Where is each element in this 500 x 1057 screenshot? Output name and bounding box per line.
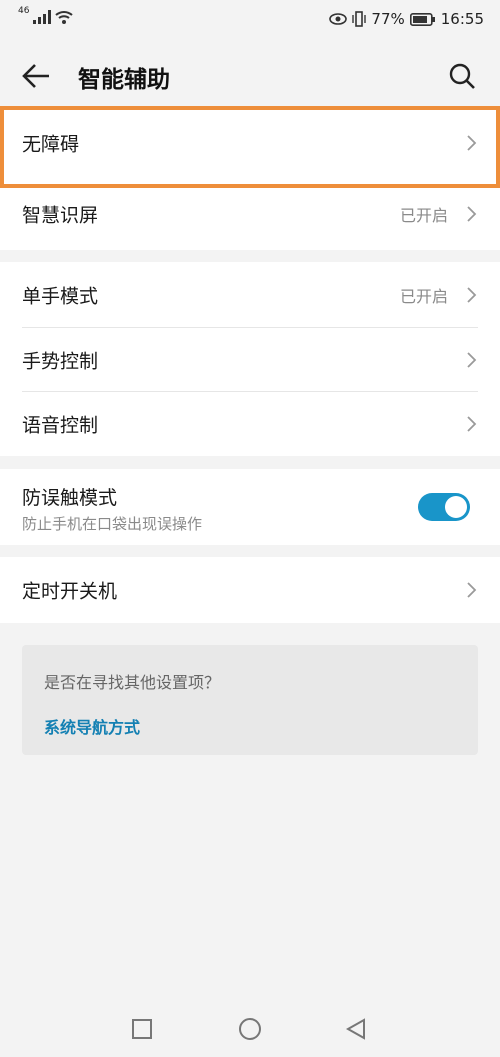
network-type: 46 — [18, 6, 30, 16]
row-label: 防误触模式 — [22, 487, 118, 509]
chevron-right-icon — [467, 582, 477, 598]
signal-icon — [33, 10, 52, 24]
pocket-mode-row[interactable]: 防误触模式 防止手机在口袋出现误操作 — [0, 469, 500, 545]
wifi-icon — [55, 11, 74, 24]
suggestion-question: 是否在寻找其他设置项？ — [44, 673, 221, 692]
status-time: 16:55 — [440, 10, 484, 28]
row-label: 无障碍 — [22, 133, 80, 156]
settings-group-2: 单手模式 已开启 手势控制 语音控制 — [0, 262, 500, 456]
scheduled-power-row[interactable]: 定时开关机 — [0, 557, 500, 623]
suggestion-card: 是否在寻找其他设置项？ 系统导航方式 — [22, 645, 478, 755]
search-icon — [449, 63, 475, 89]
accessibility-row[interactable]: 无障碍 — [0, 108, 500, 178]
toggle-knob — [445, 496, 467, 518]
row-status: 已开启 — [399, 206, 448, 225]
smart-screen-row[interactable]: 智慧识屏 已开启 — [0, 178, 500, 250]
row-status: 已开启 — [399, 287, 448, 306]
chevron-right-icon — [467, 416, 477, 432]
row-label: 语音控制 — [22, 414, 99, 437]
gesture-control-row[interactable]: 手势控制 — [0, 328, 500, 392]
circle-icon — [239, 1018, 261, 1040]
suggestion-link[interactable]: 系统导航方式 — [44, 714, 140, 738]
chevron-right-icon — [467, 206, 477, 222]
pocket-mode-toggle[interactable] — [418, 493, 470, 521]
page-title: 智能辅助 — [78, 67, 170, 93]
settings-group-3: 防误触模式 防止手机在口袋出现误操作 — [0, 469, 500, 545]
battery-percent: 77% — [371, 10, 405, 28]
vibrate-icon — [352, 11, 367, 27]
row-label: 定时开关机 — [22, 580, 118, 603]
one-hand-mode-row[interactable]: 单手模式 已开启 — [0, 262, 500, 328]
row-description: 防止手机在口袋出现误操作 — [22, 515, 203, 533]
voice-control-row[interactable]: 语音控制 — [0, 392, 500, 456]
recents-button[interactable] — [128, 1015, 156, 1043]
row-label: 智慧识屏 — [22, 204, 99, 227]
status-bar: 46 77% 16:55 — [0, 0, 500, 42]
battery-icon — [409, 12, 435, 26]
home-button[interactable] — [236, 1015, 264, 1043]
back-nav-button[interactable] — [342, 1015, 370, 1043]
row-label: 手势控制 — [22, 350, 99, 373]
status-left: 46 — [18, 6, 74, 24]
chevron-right-icon — [467, 352, 477, 368]
search-button[interactable] — [442, 56, 482, 96]
chevron-right-icon — [467, 287, 477, 303]
back-button[interactable] — [16, 56, 56, 96]
triangle-back-icon — [345, 1018, 365, 1040]
eye-icon — [329, 13, 348, 25]
square-icon — [132, 1019, 152, 1039]
system-nav-bar — [0, 1001, 500, 1057]
settings-group-4: 定时开关机 — [0, 557, 500, 623]
row-label: 单手模式 — [22, 285, 99, 308]
chevron-right-icon — [467, 135, 477, 151]
settings-group-1: 无障碍 智慧识屏 已开启 — [0, 108, 500, 250]
status-right: 77% 16:55 — [329, 10, 484, 28]
arrow-left-icon — [22, 64, 49, 88]
app-header: 智能辅助 — [0, 42, 500, 108]
